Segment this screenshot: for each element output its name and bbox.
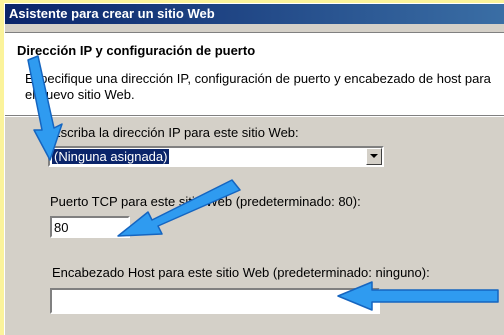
host-header-label: Encabezado Host para este sitio Web (pre… bbox=[52, 265, 430, 280]
page-title: Dirección IP y configuración de puerto bbox=[17, 43, 256, 58]
chevron-down-icon bbox=[370, 154, 378, 158]
ip-address-label: Escriba la dirección IP para este sitio … bbox=[52, 125, 299, 140]
host-header-input[interactable] bbox=[50, 288, 380, 314]
ip-address-dropdown[interactable]: (Ninguna asignada) bbox=[48, 146, 384, 167]
dropdown-button[interactable] bbox=[366, 148, 382, 165]
page-description: Especifique una dirección IP, configurac… bbox=[25, 71, 491, 102]
tcp-port-label: Puerto TCP para este sitio Web (predeter… bbox=[50, 194, 361, 209]
header-divider bbox=[5, 115, 504, 117]
window-title: Asistente para crear un sitio Web bbox=[5, 4, 504, 24]
wizard-header: Dirección IP y configuración de puerto E… bbox=[5, 32, 504, 115]
wizard-window: Asistente para crear un sitio Web Direcc… bbox=[4, 3, 504, 335]
tcp-port-input[interactable] bbox=[50, 216, 130, 238]
ip-address-selected-value: (Ninguna asignada) bbox=[50, 148, 171, 165]
